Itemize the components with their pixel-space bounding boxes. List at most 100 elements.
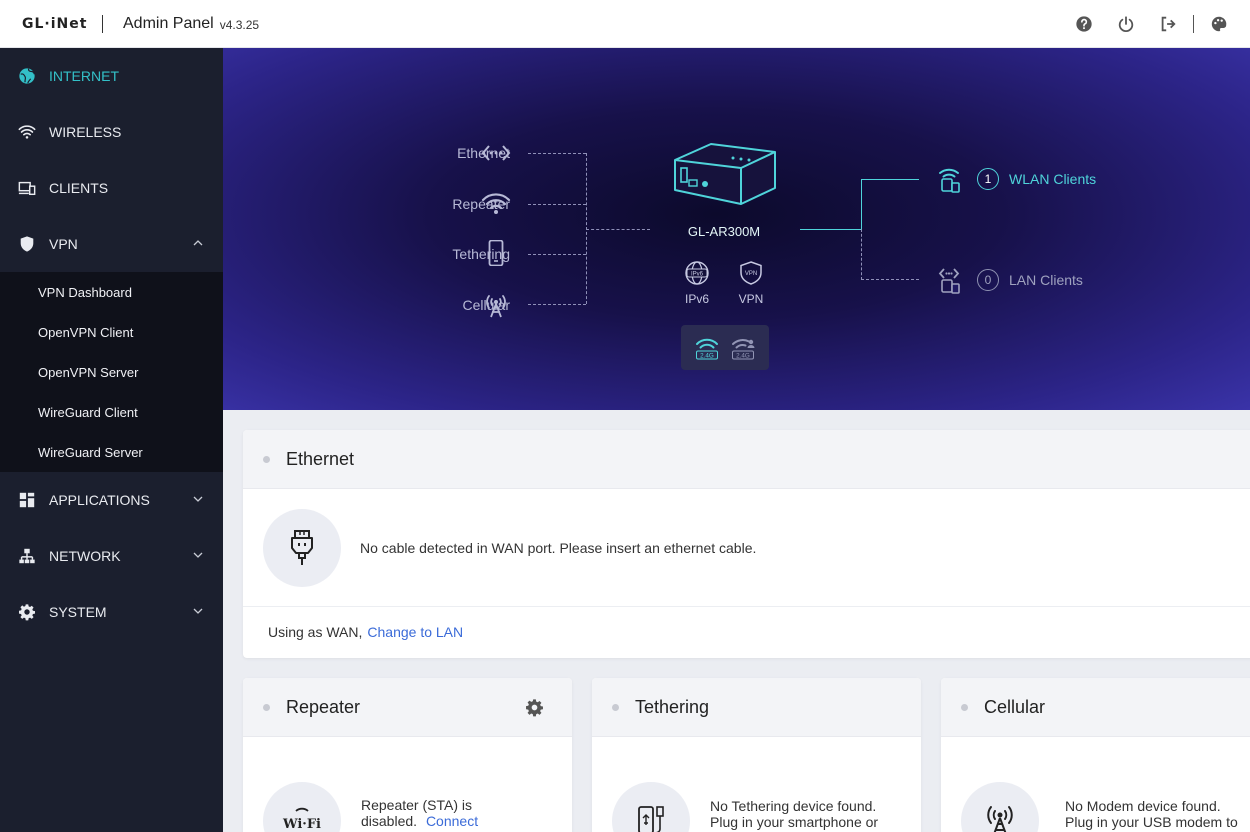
ipv6-status[interactable]: IPv6 IPv6 <box>677 260 717 306</box>
sidebar-item-label: INTERNET <box>49 68 119 84</box>
sidebar-item-label: SYSTEM <box>49 604 107 620</box>
svg-text:IPv6: IPv6 <box>691 272 704 278</box>
wifi-logo-icon: Wi·Fi <box>263 782 341 832</box>
ethernet-card-title: Ethernet <box>286 448 355 469</box>
tethering-card-title: Tethering <box>635 696 710 717</box>
wifi-icon <box>18 123 36 141</box>
wifi-band-2g-guest-icon[interactable]: 2.4G <box>730 335 756 361</box>
chevron-up-icon[interactable] <box>193 238 203 248</box>
theme-palette-icon[interactable] <box>1198 0 1240 48</box>
gear-icon <box>18 603 36 621</box>
sidebar-item-label: CLIENTS <box>49 180 109 196</box>
lan-clients[interactable]: 0 LAN Clients <box>937 266 1083 294</box>
repeater-status-message: Repeater (STA) is disabled. Connect <box>361 797 511 829</box>
sidebar-item-clients[interactable]: CLIENTS <box>0 160 223 216</box>
tethering-card-header: Tethering <box>592 678 921 737</box>
ipv6-label: IPv6 <box>684 292 709 306</box>
lan-client-icon <box>937 266 965 294</box>
sidebar-item-network[interactable]: NETWORK <box>0 528 223 584</box>
cellular-status-message: No Modem device found. Plug in your USB … <box>1065 798 1238 830</box>
router-name: GL-AR300M <box>687 224 761 239</box>
tethering-phone-icon[interactable] <box>481 239 511 267</box>
logout-icon[interactable] <box>1147 0 1189 48</box>
cellular-connector <box>528 304 586 305</box>
cellular-card-title: Cellular <box>984 696 1046 717</box>
repeater-settings-gear-icon[interactable] <box>525 698 544 717</box>
repeater-connector <box>528 204 586 205</box>
sidebar-item-system[interactable]: SYSTEM <box>0 584 223 640</box>
top-header: GL·iNet Admin Panel v4.3.25 <box>0 0 1250 48</box>
network-icon <box>18 547 36 565</box>
vpn-status[interactable]: VPN VPN <box>731 260 771 306</box>
source-to-router-line <box>586 229 650 230</box>
router-to-clients-line <box>800 229 862 230</box>
ethernet-plug-icon <box>263 508 341 587</box>
ethernet-icon[interactable] <box>481 140 511 166</box>
header-version: v4.3.25 <box>219 18 260 32</box>
band-label-text: 2.4G <box>700 352 714 359</box>
brand-logo[interactable]: GL·iNet <box>0 16 102 32</box>
sidebar-subitem-vpn-dashboard[interactable]: VPN Dashboard <box>0 272 223 312</box>
header-separator <box>102 14 103 33</box>
phone-usb-icon <box>612 782 690 832</box>
tethering-card: Tethering No Tethering device found. Plu… <box>592 678 921 832</box>
sidebar-item-wireless[interactable]: WIRELESS <box>0 104 223 160</box>
vpn-submenu: VPN Dashboard OpenVPN Client OpenVPN Ser… <box>0 272 223 472</box>
change-to-lan-link[interactable]: Change to LAN <box>367 624 463 640</box>
repeater-card-header: Repeater <box>243 678 572 737</box>
wlan-client-count: 1 <box>977 168 999 190</box>
lan-branch-line <box>861 229 862 280</box>
vpn-label: VPN <box>738 292 764 306</box>
repeater-card: Repeater Wi·Fi Repeater (STA) is disable… <box>243 678 572 832</box>
sidebar-subitem-openvpn-server[interactable]: OpenVPN Server <box>0 352 223 392</box>
ethernet-card-body: No cable detected in WAN port. Please in… <box>243 489 1250 607</box>
header-actions <box>1063 0 1240 48</box>
chevron-down-icon[interactable] <box>193 606 203 616</box>
vpn-shield-icon: VPN <box>740 261 762 285</box>
cellular-card-header: Cellular <box>941 678 1250 737</box>
cellular-tower-icon <box>961 782 1039 832</box>
power-icon[interactable] <box>1105 0 1147 48</box>
wlan-branch-line <box>861 179 862 229</box>
devices-icon <box>18 179 36 197</box>
router-device-icon[interactable] <box>667 140 781 210</box>
cellular-tower-icon[interactable] <box>481 292 511 318</box>
repeater-card-body: Wi·Fi Repeater (STA) is disabled. Connec… <box>243 737 572 832</box>
sidebar: INTERNET WIRELESS CLIENTS VPN VPN Dashbo… <box>0 48 223 832</box>
status-dot <box>612 703 619 711</box>
repeater-wifi-icon[interactable] <box>481 191 511 217</box>
chevron-down-icon[interactable] <box>193 550 203 560</box>
sidebar-subitem-openvpn-client[interactable]: OpenVPN Client <box>0 312 223 352</box>
wlan-client-icon <box>937 165 965 193</box>
tethering-status-message: No Tethering device found. Plug in your … <box>710 798 879 830</box>
ethernet-card: Ethernet No cable detected in WAN port. … <box>243 430 1250 658</box>
tethering-connector <box>528 254 586 255</box>
lan-connector <box>861 279 919 280</box>
status-dot <box>263 703 270 711</box>
shield-icon <box>18 235 36 253</box>
ethernet-card-footer: Using as WAN, Change to LAN <box>243 607 1250 657</box>
wlan-clients[interactable]: 1 WLAN Clients <box>937 165 1096 193</box>
sidebar-subitem-wireguard-client[interactable]: WireGuard Client <box>0 392 223 432</box>
wifi-band-2g-active-icon[interactable]: 2.4G <box>694 335 720 361</box>
repeater-connect-link[interactable]: Connect <box>426 813 478 829</box>
sidebar-subitem-wireguard-server[interactable]: WireGuard Server <box>0 432 223 472</box>
ethernet-connector <box>528 153 586 154</box>
sidebar-item-label: APPLICATIONS <box>49 492 150 508</box>
cellular-card-body: No Modem device found. Plug in your USB … <box>941 737 1250 832</box>
lan-client-count: 0 <box>977 269 999 291</box>
header-title: Admin Panel <box>123 14 214 32</box>
sidebar-item-internet[interactable]: INTERNET <box>0 48 223 104</box>
sidebar-item-applications[interactable]: APPLICATIONS <box>0 472 223 528</box>
band-label-text: 2.4G <box>736 352 750 359</box>
wifi-band-status: 2.4G 2.4G <box>681 325 769 370</box>
help-icon[interactable] <box>1063 0 1105 48</box>
lan-clients-label: LAN Clients <box>1009 272 1083 288</box>
chevron-down-icon[interactable] <box>193 494 203 504</box>
sidebar-item-label: WIRELESS <box>49 124 122 140</box>
status-dot <box>263 455 270 463</box>
svg-text:VPN: VPN <box>745 271 757 277</box>
sidebar-item-vpn[interactable]: VPN <box>0 216 223 272</box>
header-icon-separator <box>1193 15 1194 33</box>
apps-icon <box>18 491 36 509</box>
